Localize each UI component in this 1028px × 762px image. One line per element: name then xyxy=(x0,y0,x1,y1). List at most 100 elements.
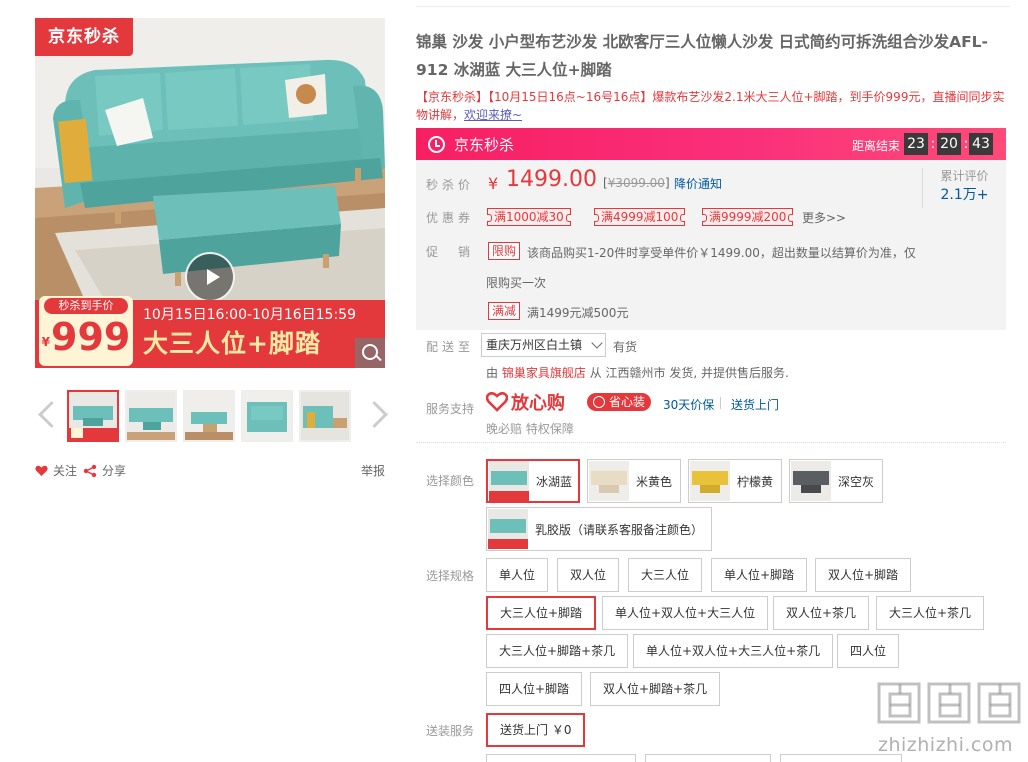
share-button[interactable]: 分享 xyxy=(83,462,126,479)
color-thumb xyxy=(690,461,730,501)
delivery-up-link[interactable]: 送货上门 xyxy=(731,396,779,413)
price-panel: 秒杀价 ¥ 1499.00 [¥3099.00] 降价通知 累计评价 2.1万+… xyxy=(416,160,1006,330)
play-video-icon[interactable] xyxy=(185,252,235,302)
promo-currency: ¥ xyxy=(41,335,51,349)
main-product-image[interactable]: 京东秒杀 秒杀到手价 ¥999 10月15日16:00-10月16日15:59 … xyxy=(35,18,385,368)
thumbnail-image xyxy=(301,392,349,440)
coupon-2[interactable]: 满4999减100 xyxy=(594,208,686,226)
left-actions: 关注 分享 举报 xyxy=(35,462,385,480)
coupon-1[interactable]: 满1000减30 xyxy=(487,208,571,226)
thumbnail-2[interactable] xyxy=(125,390,177,442)
spec-option-selected[interactable]: 大三人位+脚踏 xyxy=(486,596,597,630)
shop-link[interactable]: 锦巢家具旗舰店 xyxy=(502,366,586,380)
color-swatch xyxy=(793,471,829,485)
spec-option[interactable]: 双人位+脚踏+茶几 xyxy=(590,672,721,706)
watermark-glyph-icon xyxy=(927,682,971,724)
countdown-seconds: 43 xyxy=(969,133,993,155)
price-notify-link[interactable]: 降价通知 xyxy=(674,175,722,192)
seckill-name: 京东秒杀 xyxy=(454,136,515,154)
promo-text-limit: 该商品购买1-20件时享受单件价￥1499.00，超出数量以结算价为准，仅 xyxy=(527,246,916,260)
promo-text-discount: 满1499元减500元 xyxy=(527,306,629,320)
review-label: 累计评价 xyxy=(940,169,989,183)
spec-option[interactable]: 单人位+双人位+大三人位+茶几 xyxy=(633,634,834,668)
thumbnail-image xyxy=(127,392,175,440)
next-row-option[interactable] xyxy=(645,754,771,762)
next-row-option[interactable] xyxy=(486,754,636,762)
thumbnail-image xyxy=(69,392,117,440)
region-select[interactable]: 重庆万州区白土镇 xyxy=(481,333,606,357)
promo-banner: 秒杀到手价 ¥999 10月15日16:00-10月16日15:59 大三人位+… xyxy=(35,296,385,368)
original-price-value: ¥3099.00 xyxy=(607,176,665,190)
spec-option[interactable]: 单人位+脚踏 xyxy=(711,558,808,592)
review-summary[interactable]: 累计评价 2.1万+ xyxy=(922,168,1006,208)
stock-status: 有货 xyxy=(613,340,638,354)
thumb-next-arrow-icon[interactable] xyxy=(369,398,383,428)
ship-from: 由 锦巢家具旗舰店 从 江西赣州市 发货, 并提供售后服务. xyxy=(486,364,789,381)
spec-option[interactable]: 大三人位+脚踏+茶几 xyxy=(486,634,629,668)
color-option-1[interactable]: 冰湖蓝 xyxy=(486,459,580,503)
coupons-more-link[interactable]: 更多>> xyxy=(802,209,846,226)
shengxinzhuang-text: 省心装 xyxy=(609,395,646,409)
thumbnail-image xyxy=(243,392,291,440)
color-option-4[interactable]: 深空灰 xyxy=(789,459,883,503)
fangxingou-badge[interactable]: 放心购 xyxy=(486,390,565,414)
promo-title: 大三人位+脚踏 xyxy=(143,329,321,358)
original-price: [¥3099.00] xyxy=(603,176,670,190)
thumbnail-1[interactable] xyxy=(67,390,119,442)
price-currency: ¥ xyxy=(488,174,499,193)
watermark-glyph-icon xyxy=(977,682,1021,724)
subtitle-link[interactable]: 欢迎来撩~ xyxy=(464,108,522,122)
zoom-icon[interactable] xyxy=(355,338,385,368)
promo-price: 999 xyxy=(51,315,131,359)
report-link[interactable]: 举报 xyxy=(361,462,385,479)
color-thumb xyxy=(589,461,629,501)
heart-outline-icon xyxy=(486,392,508,412)
color-swatch xyxy=(591,471,627,485)
share-label: 分享 xyxy=(102,464,127,478)
promo-date: 10月15日16:00-10月16日15:59 xyxy=(143,307,357,323)
thumbnail-4[interactable] xyxy=(241,390,293,442)
spec-option[interactable]: 双人位+茶几 xyxy=(773,596,870,630)
spec-option[interactable]: 大三人位 xyxy=(628,558,703,592)
ship-from-prefix: 由 xyxy=(486,366,499,380)
delivery-label: 配送至 xyxy=(426,340,475,354)
share-icon xyxy=(83,464,97,477)
color-swatch xyxy=(490,519,526,533)
service-sub: 晚必赔 特权保障 xyxy=(486,422,574,436)
color-label: 选择颜色 xyxy=(426,474,475,488)
install-label: 送装服务 xyxy=(426,724,475,738)
promo-price-label: 秒杀到手价 xyxy=(44,298,128,314)
thumbnail-3[interactable] xyxy=(183,390,235,442)
spec-option[interactable]: 单人位+双人位+大三人位 xyxy=(602,596,769,630)
spec-option[interactable]: 四人位+脚踏 xyxy=(486,672,583,706)
spec-option[interactable]: 双人位 xyxy=(557,558,620,592)
spec-option[interactable]: 单人位 xyxy=(486,558,549,592)
price-value: 1499.00 xyxy=(506,167,597,192)
promo-tag-discount: 满减 xyxy=(488,302,521,320)
spec-option[interactable]: 大三人位+茶几 xyxy=(876,596,985,630)
watermark-glyph-icon xyxy=(877,682,921,724)
install-option-selected[interactable]: 送货上门 ￥0 xyxy=(486,713,586,747)
color-label-2: 米黄色 xyxy=(636,474,673,489)
promo-price-box: 秒杀到手价 ¥999 xyxy=(39,296,133,366)
spec-label: 选择规格 xyxy=(426,569,475,583)
color-option-3[interactable]: 柠檬黄 xyxy=(688,459,782,503)
ship-from-suffix: 从 江西赣州市 发货, 并提供售后服务. xyxy=(589,366,789,380)
thumbnail-5[interactable] xyxy=(299,390,351,442)
color-label-5: 乳胶版（请联系客服备注颜色） xyxy=(535,522,704,537)
color-option-5[interactable]: 乳胶版（请联系客服备注颜色） xyxy=(486,507,712,551)
spec-option[interactable]: 双人位+脚踏 xyxy=(815,558,912,592)
price-protect-link[interactable]: 30天价保 xyxy=(663,396,714,413)
service-divider xyxy=(720,397,721,409)
spec-option[interactable]: 四人位 xyxy=(837,634,900,668)
shengxinzhuang-badge[interactable]: 省心装 xyxy=(587,393,652,411)
follow-button[interactable]: 关注 xyxy=(35,462,77,479)
promotion-label: 促 销 xyxy=(426,245,475,259)
coupon-3[interactable]: 满9999减200 xyxy=(702,208,794,226)
color-option-2[interactable]: 米黄色 xyxy=(587,459,681,503)
thumb-prev-arrow-icon[interactable] xyxy=(37,398,51,428)
fangxingou-text: 放心购 xyxy=(511,393,565,414)
countdown-hours: 23 xyxy=(904,133,928,155)
color-thumb xyxy=(488,509,528,549)
chevron-down-icon xyxy=(591,337,603,349)
